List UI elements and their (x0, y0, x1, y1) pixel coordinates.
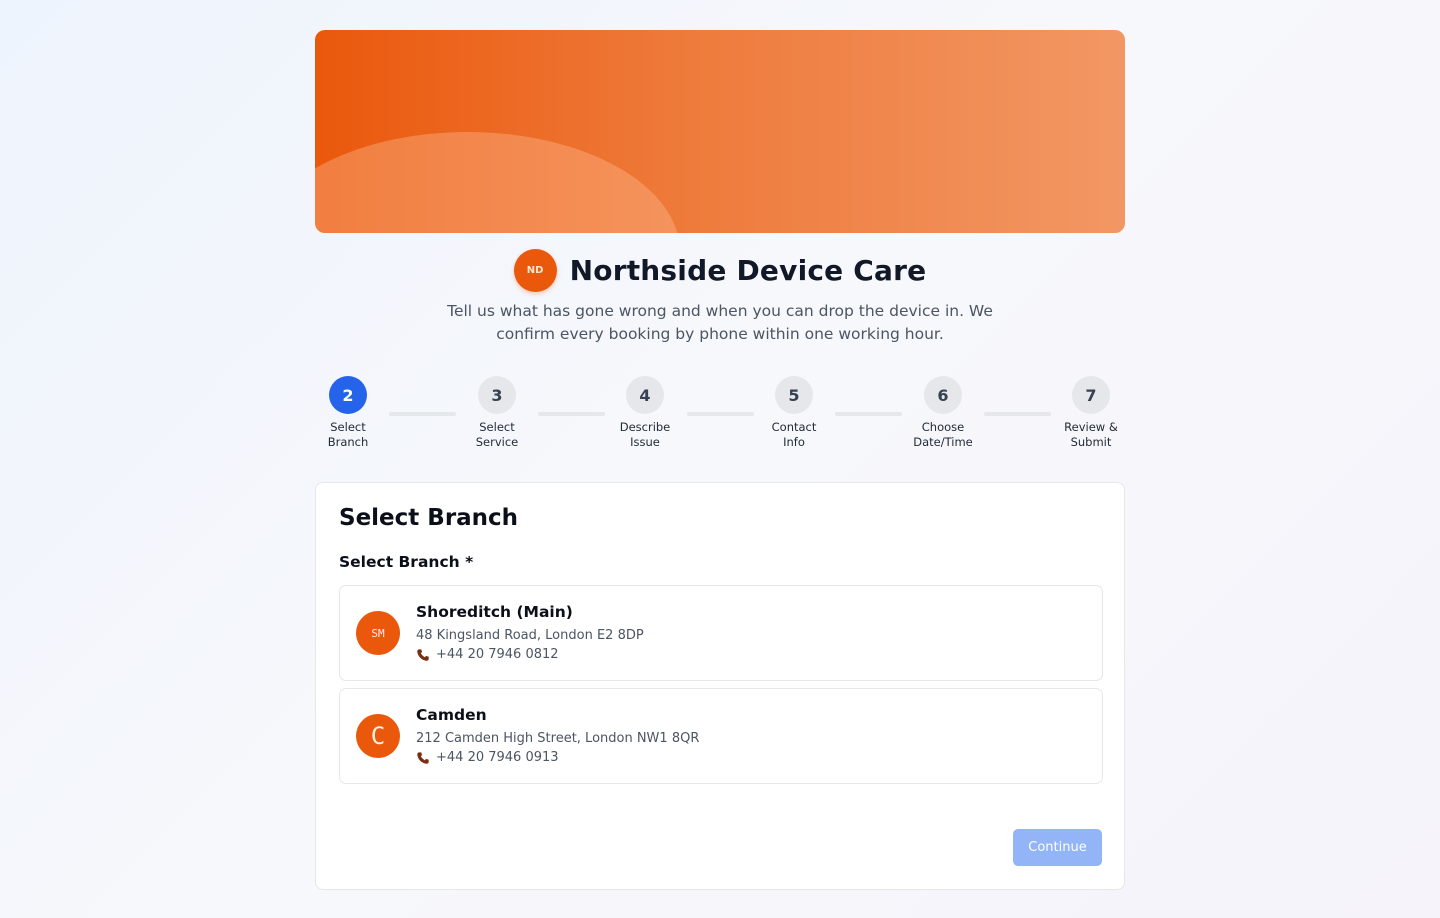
brand-logo: ND (513, 249, 557, 292)
branch-avatar: C (356, 714, 400, 758)
step-connector (984, 412, 1051, 416)
step-number: 2 (329, 376, 367, 414)
step-label-line: Contact (771, 420, 817, 434)
step-connector (687, 412, 754, 416)
branch-phone: +44 20 7946 0913 (416, 750, 559, 765)
branch-option-shoreditch[interactable]: SM Shoreditch (Main) 48 Kingsland Road, … (339, 585, 1103, 681)
branch-name: Shoreditch (Main) (416, 603, 573, 621)
step-label-line: Review & (1064, 420, 1118, 434)
step-contact-info[interactable]: 5 Contact Info (749, 376, 839, 450)
branch-form-card: Select Branch Select Branch * SM Shoredi… (315, 482, 1125, 890)
brand-header: ND Northside Device Care (315, 249, 1125, 292)
page-subtitle: Tell us what has gone wrong and when you… (447, 302, 993, 343)
step-label-line: Service (475, 435, 519, 449)
booking-page: ND Northside Device Care Tell us what ha… (315, 30, 1125, 890)
step-label-line: Choose (921, 420, 965, 434)
step-label-line: Date/Time (913, 435, 973, 449)
branch-option-camden[interactable]: C Camden 212 Camden High Street, London … (339, 688, 1103, 784)
step-label: Select Service (452, 420, 542, 450)
step-number: 7 (1072, 376, 1110, 414)
step-label: Contact Info (749, 420, 839, 450)
branch-address: 48 Kingsland Road, London E2 8DP (416, 628, 644, 643)
step-label: Describe Issue (600, 420, 690, 450)
step-number: 6 (924, 376, 962, 414)
branch-address: 212 Camden High Street, London NW1 8QR (416, 731, 700, 746)
branch-phone: +44 20 7946 0812 (416, 647, 559, 662)
card-title: Select Branch (339, 505, 519, 531)
step-connector (538, 412, 605, 416)
step-label-line: Describe (619, 420, 671, 434)
branch-name: Camden (416, 706, 487, 724)
step-label-line: Info (783, 435, 805, 449)
step-label: Select Branch (303, 420, 393, 450)
progress-stepper: 2 Select Branch 3 Select Service 4 Descr… (315, 376, 1125, 456)
step-label: Choose Date/Time (898, 420, 988, 450)
step-label-line: Branch (327, 435, 369, 449)
step-label-line: Select (479, 420, 515, 434)
phone-icon (417, 648, 429, 661)
step-describe-issue[interactable]: 4 Describe Issue (600, 376, 690, 450)
page-title: Northside Device Care (569, 254, 927, 287)
step-select-service[interactable]: 3 Select Service (452, 376, 542, 450)
step-label-line: Issue (630, 435, 660, 449)
step-number: 3 (478, 376, 516, 414)
header-banner (315, 30, 1125, 233)
step-label-line: Submit (1070, 435, 1112, 449)
step-label: Review & Submit (1046, 420, 1136, 450)
step-label-line: Select (330, 420, 366, 434)
banner-decoration (315, 132, 680, 233)
branch-phone-number: +44 20 7946 0812 (436, 647, 559, 662)
branch-field-label: Select Branch * (339, 553, 474, 571)
step-select-branch[interactable]: 2 Select Branch (303, 376, 393, 450)
branch-avatar: SM (356, 611, 400, 655)
phone-icon (417, 751, 429, 764)
continue-button[interactable]: Continue (1013, 829, 1102, 866)
branch-phone-number: +44 20 7946 0913 (436, 750, 559, 765)
step-number: 5 (775, 376, 813, 414)
step-connector (389, 412, 456, 416)
step-review-submit[interactable]: 7 Review & Submit (1046, 376, 1136, 450)
step-number: 4 (626, 376, 664, 414)
step-choose-date-time[interactable]: 6 Choose Date/Time (898, 376, 988, 450)
step-connector (835, 412, 902, 416)
